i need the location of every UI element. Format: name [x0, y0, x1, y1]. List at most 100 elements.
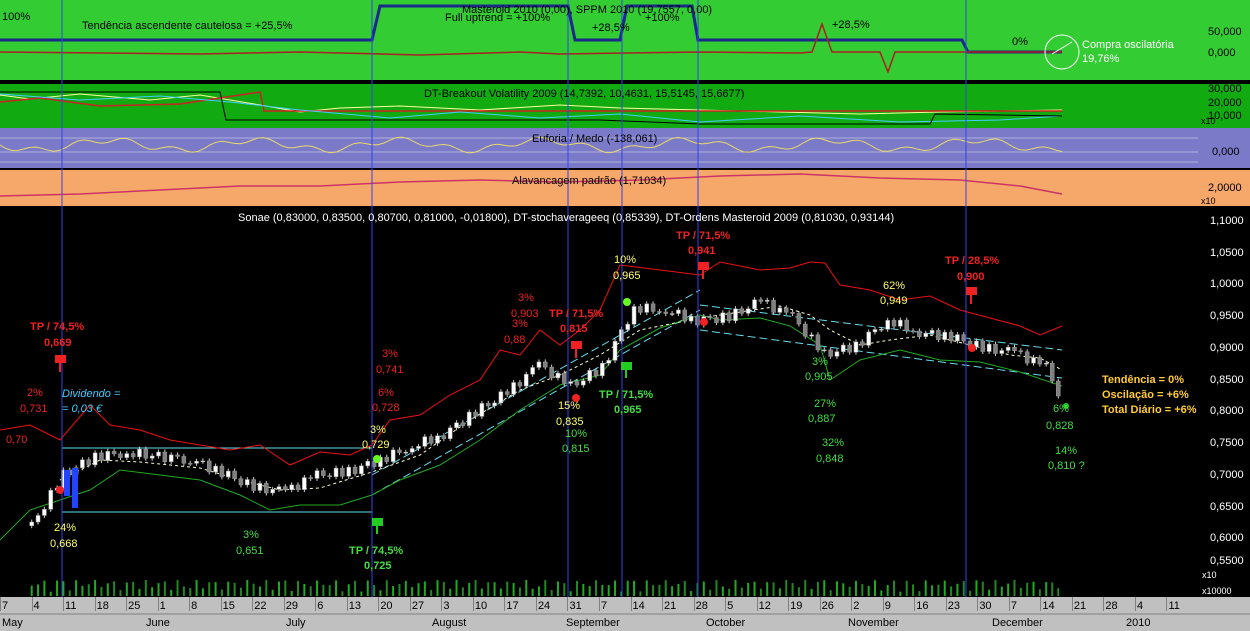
annotation-green: 0,828 — [1046, 420, 1074, 432]
annotation-red: 2% — [27, 387, 43, 399]
x-day-label: 11 — [1168, 600, 1180, 612]
price-tick: 0,8500 — [1210, 374, 1244, 386]
x-day-label: 21 — [1073, 600, 1087, 612]
annotation-green: 0,887 — [808, 413, 836, 425]
x-day-label: 7 — [1010, 600, 1017, 612]
annotation-green: 10% — [565, 428, 588, 440]
x-day-label: 3 — [443, 600, 450, 612]
annotation-yellow: 15% — [558, 400, 581, 412]
dividend-value: = 0,03 € — [62, 403, 103, 415]
annotation-green: 0,965 — [614, 404, 642, 416]
annotation-red: 0,70 — [6, 434, 28, 446]
x-day-label: 5 — [727, 600, 734, 612]
annotation-green: 0,725 — [364, 560, 392, 572]
x-day-label: 1 — [159, 600, 166, 612]
x-day-label: 15 — [222, 600, 235, 612]
trend-label: Tendência ascendente cautelosa = +25,5% — [82, 20, 293, 32]
x-month-label: 2010 — [1126, 617, 1151, 629]
x-day-label: 13 — [348, 600, 362, 612]
breakout-scale: x10 — [1201, 116, 1216, 126]
x-month-label: November — [848, 617, 899, 629]
x-day-label: 2 — [853, 600, 860, 612]
x-day-label: 20 — [380, 600, 393, 612]
x-axis-days: 7 4 11 18 25 1 8 15 22 29 6 13 20 27 3 10 17 24 31 7 14 21 28 5… — [0, 597, 1250, 614]
price-tick: 0,9000 — [1210, 342, 1244, 354]
pct-c-label: +28,5% — [832, 19, 870, 31]
pct-zero-label: 0% — [1012, 36, 1028, 48]
volume-unit: x10000 — [1202, 586, 1232, 596]
x-month-label: August — [432, 617, 467, 629]
x-day-label: 30 — [979, 600, 992, 612]
annotation-yellow: 0,668 — [50, 538, 78, 550]
annotation-yellow: 62% — [883, 280, 906, 292]
x-day-label: 7 — [2, 600, 9, 612]
annotation-red: 3% — [512, 318, 528, 330]
x-day-label: 29 — [285, 600, 298, 612]
annotation-green: 3% — [243, 529, 259, 541]
x-day-label: 26 — [821, 600, 834, 612]
summary-oscillation: Oscilação = +6% — [1102, 389, 1189, 401]
x-day-label: 4 — [33, 600, 40, 612]
x-axis-months: May June July August September October Novembe… — [0, 617, 1250, 631]
summary-daily: Total Diário = +6% — [1102, 404, 1197, 416]
signal-label-2: 19,76% — [1082, 53, 1120, 65]
summary-box: Tendência = 0% Oscilação = +6% Total Diá… — [1102, 373, 1197, 418]
x-day-label: 10 — [474, 600, 488, 612]
annotation-green: 14% — [1055, 445, 1078, 457]
pct-b-label: +100% — [645, 12, 680, 24]
annotation-green: 0,651 — [236, 545, 264, 557]
annotation-green: 0,905 — [805, 371, 833, 383]
x-day-label: 23 — [947, 600, 961, 612]
x-day-label: 28 — [1105, 600, 1118, 612]
x-day-label: 16 — [916, 600, 929, 612]
annotation-red: 0,731 — [20, 403, 48, 415]
annotation-red: 0,728 — [372, 402, 400, 414]
price-tick: 0,7500 — [1210, 437, 1244, 449]
annotation-red: TP / 71,5% — [549, 308, 604, 320]
x-day-label: 14 — [632, 600, 645, 612]
price-tick: 0,6500 — [1210, 501, 1244, 513]
annotation-red: 0,941 — [688, 245, 716, 257]
masteroid-axis-0: 0,000 — [1208, 47, 1236, 59]
dividend-label: Dividendo = — [62, 388, 121, 400]
x-day-label: 7 — [601, 600, 608, 612]
x-day-label: 12 — [758, 600, 771, 612]
x-month-label: September — [566, 617, 620, 629]
price-tick: 0,8000 — [1210, 405, 1244, 417]
price-tick: 0,7000 — [1210, 469, 1244, 481]
fear-title: Euforia / Medo (-138,061) — [532, 133, 658, 145]
x-day-label: 21 — [664, 600, 677, 612]
price-tick: 1,0500 — [1210, 247, 1244, 259]
annotation-yellow: 3% — [370, 424, 386, 436]
annotation-red: 0,741 — [376, 364, 404, 376]
x-day-label: 8 — [191, 600, 198, 612]
annotation-yellow: 10% — [614, 254, 637, 266]
price-title: Sonae (0,83000, 0,83500, 0,80700, 0,8100… — [238, 212, 895, 224]
annotation-yellow: 0,965 — [613, 270, 641, 282]
fear-axis-0: 0,000 — [1212, 146, 1240, 158]
annotation-yellow: 0,949 — [880, 295, 908, 307]
leverage-title: Alavancagem padrão (1,71034) — [512, 175, 667, 187]
x-month-label: July — [286, 617, 306, 629]
annotation-green: 0,810 ? — [1048, 460, 1085, 472]
x-day-label: 19 — [790, 600, 803, 612]
annotation-green: 0,815 — [562, 443, 590, 455]
price-tick: 0,5500 — [1210, 555, 1244, 567]
volume-scale: x10 — [1202, 570, 1217, 580]
breakout-axis-30: 30,000 — [1208, 83, 1242, 95]
x-month-label: December — [992, 617, 1043, 629]
price-axis: 1,1000 1,0500 1,0000 0,9500 0,9000 0,850… — [1200, 210, 1250, 597]
x-day-label: 27 — [411, 600, 425, 612]
price-tick: 1,1000 — [1210, 215, 1244, 227]
annotation-red: 0,815 — [560, 323, 588, 335]
annotation-green: TP / 74,5% — [349, 545, 404, 557]
x-month-label: October — [706, 617, 746, 629]
annotation-green: 32% — [822, 437, 845, 449]
full-uptrend-label: Full uptrend = +100% — [445, 12, 551, 24]
leverage-axis: 2,0000 — [1208, 182, 1242, 194]
annotation-yellow: 24% — [54, 522, 77, 534]
annotation-green: 6% — [1053, 403, 1069, 415]
x-day-label: 18 — [96, 600, 109, 612]
pct-left-label: 100% — [2, 11, 31, 23]
price-tick: 0,9500 — [1210, 310, 1244, 322]
